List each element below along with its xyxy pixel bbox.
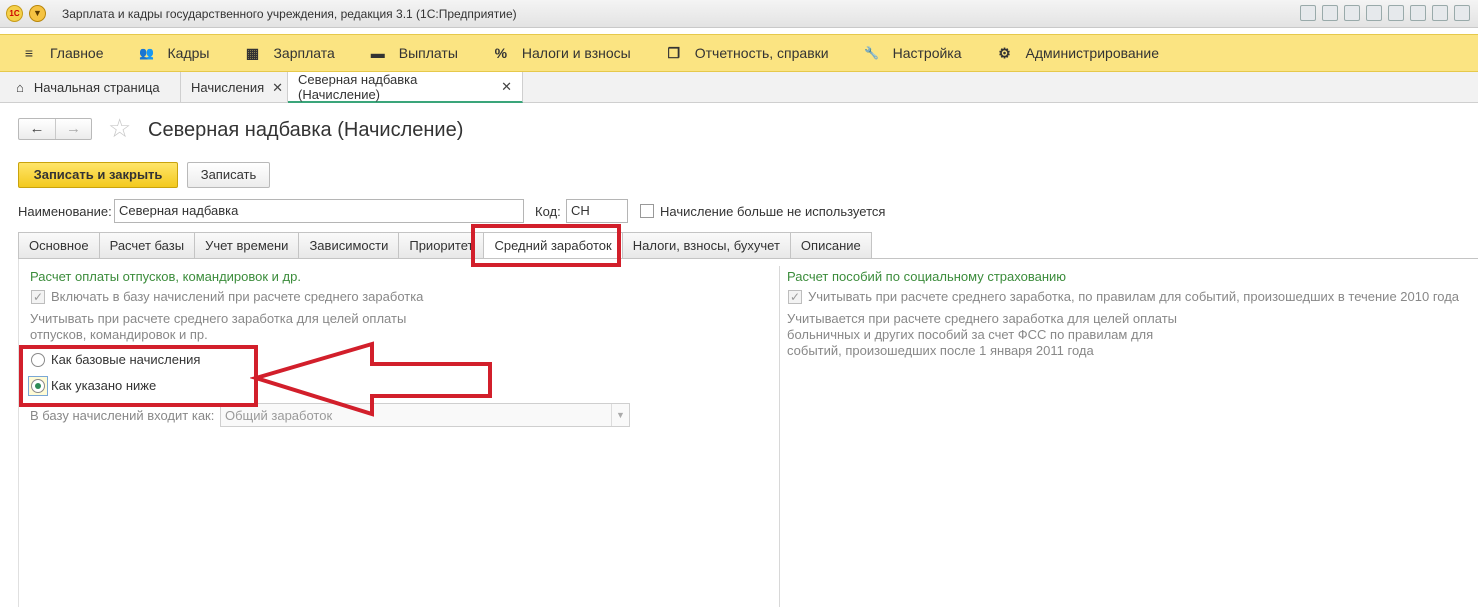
main-menu-dropdown-icon[interactable]: ▼: [29, 5, 46, 22]
close-icon[interactable]: ✕: [501, 79, 512, 95]
wrench-icon: 🔧: [864, 46, 880, 60]
favorite-star-icon[interactable]: ☆: [108, 115, 131, 141]
tab-label: Начисления: [191, 80, 265, 95]
gear-icon: ⚙: [998, 45, 1011, 61]
navigation-buttons: ← →: [18, 118, 92, 140]
unused-label: Начисление больше не используется: [660, 204, 886, 219]
tab-dependencies[interactable]: Зависимости: [298, 232, 399, 259]
tab-time-accounting[interactable]: Учет времени: [194, 232, 299, 259]
unused-checkbox[interactable]: [640, 204, 654, 218]
tab-home[interactable]: ⌂ Начальная страница: [0, 72, 181, 103]
percent-icon: %: [494, 45, 508, 61]
save-and-close-button[interactable]: Записать и закрыть: [18, 162, 178, 188]
section-label: Выплаты: [398, 45, 458, 61]
window-title: Зарплата и кадры государственного учрежд…: [62, 7, 517, 21]
copy-icon[interactable]: [1410, 5, 1426, 21]
tab-base-calc[interactable]: Расчет базы: [98, 232, 195, 259]
vacation-group-title: Расчет оплаты отпусков, командировок и д…: [30, 269, 301, 284]
home-icon: ⌂: [16, 80, 24, 95]
page-title: Северная надбавка (Начисление): [148, 119, 464, 141]
tabs-baseline: [18, 258, 1478, 259]
section-taxes[interactable]: % Налоги и взносы: [492, 44, 631, 62]
tab-main[interactable]: Основное: [18, 232, 99, 259]
window-title-bar: 1С ▼ Зарплата и кадры государственного у…: [0, 0, 1478, 28]
tab-taxes-accounting[interactable]: Налоги, взносы, бухучет: [621, 232, 790, 259]
panel-border: [18, 259, 19, 607]
vacation-note-line2: отпусков, командировок и пр.: [30, 327, 208, 342]
section-reports[interactable]: ❐ Отчетность, справки: [665, 44, 829, 62]
reports-icon: ❐: [667, 45, 680, 61]
people-icon: 👥: [139, 46, 154, 60]
account-2010-label: Учитывать при расчете среднего заработка…: [808, 289, 1460, 304]
name-field[interactable]: Северная надбавка: [114, 199, 524, 223]
section-label: Настройка: [892, 45, 962, 61]
section-admin[interactable]: ⚙ Администрирование: [996, 44, 1160, 62]
tab-label: Начальная страница: [33, 80, 160, 95]
print-icon[interactable]: [1322, 5, 1338, 21]
tab-northern-allowance[interactable]: Северная надбавка (Начисление) ✕: [288, 72, 523, 103]
back-arrow-icon[interactable]: ←: [19, 119, 55, 139]
tab-description[interactable]: Описание: [789, 232, 872, 259]
section-label: Администрирование: [1025, 45, 1160, 61]
sections-panel: ≡ Главное 👥 Кадры ▦ Зарплата ▬ Выплаты %…: [0, 34, 1478, 72]
section-label: Главное: [50, 45, 104, 61]
save-icon[interactable]: [1300, 5, 1316, 21]
forward-arrow-icon[interactable]: →: [55, 119, 91, 139]
section-label: Зарплата: [273, 45, 335, 61]
account-2010-checkbox[interactable]: ✓: [788, 290, 802, 304]
annotation-arrow-icon: [250, 341, 492, 417]
tab-accruals[interactable]: Начисления ✕: [181, 72, 288, 103]
upload-icon[interactable]: [1388, 5, 1404, 21]
column-divider: [779, 266, 780, 607]
section-salary[interactable]: ▦ Зарплата: [243, 44, 335, 62]
close-icon[interactable]: ✕: [272, 80, 283, 96]
menu-icon: ≡: [24, 45, 34, 61]
name-label: Наименование:: [18, 204, 112, 219]
calculator-icon: ▦: [245, 45, 260, 61]
section-payments[interactable]: ▬ Выплаты: [369, 44, 458, 62]
social-note-line3: событий, произошедших после 1 января 201…: [787, 343, 1094, 358]
tab-label: Северная надбавка (Начисление): [298, 71, 418, 102]
save-button[interactable]: Записать: [187, 162, 270, 188]
form-tabs: Основное Расчет базы Учет времени Зависи…: [18, 232, 872, 259]
calculator-tool-icon[interactable]: [1432, 5, 1448, 21]
calendar-icon[interactable]: [1454, 5, 1470, 21]
section-main[interactable]: ≡ Главное: [20, 44, 104, 62]
wallet-icon: ▬: [370, 45, 385, 61]
chevron-down-icon[interactable]: ▼: [611, 404, 629, 426]
highlight-tab-frame: [471, 224, 621, 267]
section-label: Отчетность, справки: [694, 45, 829, 61]
link-icon[interactable]: [1366, 5, 1382, 21]
highlight-radio-frame: [19, 345, 258, 407]
section-label: Кадры: [167, 45, 210, 61]
section-settings[interactable]: 🔧 Настройка: [863, 44, 962, 62]
include-base-label: Включать в базу начислений при расчете с…: [51, 289, 424, 304]
open-windows-bar: ⌂ Начальная страница Начисления ✕ Северн…: [0, 72, 1478, 103]
section-label: Налоги и взносы: [521, 45, 631, 61]
app-logo-icon: 1С: [6, 5, 23, 22]
code-label: Код:: [535, 204, 561, 219]
titlebar-toolbar: [1300, 5, 1470, 21]
code-field[interactable]: СН: [566, 199, 628, 223]
preview-icon[interactable]: [1344, 5, 1360, 21]
base-type-label: В базу начислений входит как:: [30, 408, 215, 423]
section-staff[interactable]: 👥 Кадры: [138, 44, 210, 62]
social-insurance-group-title: Расчет пособий по социальному страховани…: [787, 269, 1067, 284]
include-base-checkbox[interactable]: ✓: [31, 290, 45, 304]
